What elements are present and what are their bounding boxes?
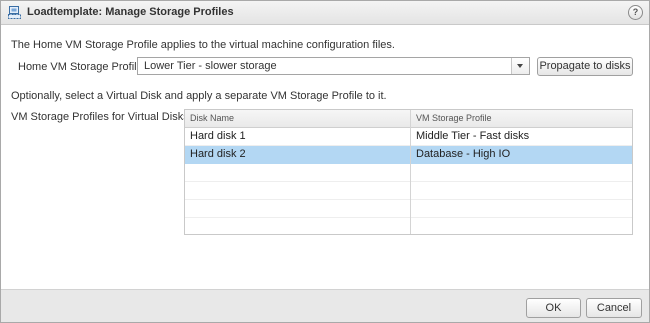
column-header-disk-name[interactable]: Disk Name [185, 110, 410, 127]
help-button[interactable]: ? [628, 5, 643, 20]
disk-name-cell: Hard disk 1 [190, 130, 246, 142]
table-row-empty [185, 200, 632, 218]
manage-storage-profiles-dialog: Loadtemplate: Manage Storage Profiles ? … [0, 0, 650, 323]
dialog-footer: OK Cancel [1, 289, 649, 322]
disk-name-cell: Hard disk 2 [190, 148, 246, 160]
disk-profiles-label: VM Storage Profiles for Virtual Disks: [11, 111, 192, 123]
storage-profile-cell: Database - High IO [416, 148, 511, 160]
propagate-to-disks-button[interactable]: Propagate to disks [537, 57, 633, 76]
vm-template-icon [7, 5, 22, 20]
table-row-hard-disk-2[interactable]: Hard disk 2 Database - High IO [185, 146, 632, 164]
table-row-empty [185, 182, 632, 200]
table-header: Disk Name VM Storage Profile [185, 110, 632, 128]
table-row-empty [185, 218, 632, 234]
home-profile-selected-value: Lower Tier - slower storage [144, 60, 277, 72]
column-header-vm-storage-profile[interactable]: VM Storage Profile [411, 110, 632, 127]
storage-profile-cell: Middle Tier - Fast disks [416, 130, 530, 142]
cancel-button[interactable]: Cancel [586, 298, 642, 318]
home-profile-label: Home VM Storage Profile: [18, 61, 146, 73]
dialog-titlebar: Loadtemplate: Manage Storage Profiles ? [1, 1, 649, 25]
disk-profiles-table: Disk Name VM Storage Profile Hard disk 1… [184, 109, 633, 235]
dialog-title: Loadtemplate: Manage Storage Profiles [27, 6, 234, 18]
table-row-empty [185, 164, 632, 182]
ok-button[interactable]: OK [526, 298, 581, 318]
column-divider [410, 110, 411, 234]
table-row-hard-disk-1[interactable]: Hard disk 1 Middle Tier - Fast disks [185, 128, 632, 146]
chevron-down-icon[interactable] [511, 58, 529, 74]
home-profile-description: The Home VM Storage Profile applies to t… [11, 39, 395, 51]
disk-section-description: Optionally, select a Virtual Disk and ap… [11, 90, 387, 102]
home-profile-select[interactable]: Lower Tier - slower storage [137, 57, 530, 75]
